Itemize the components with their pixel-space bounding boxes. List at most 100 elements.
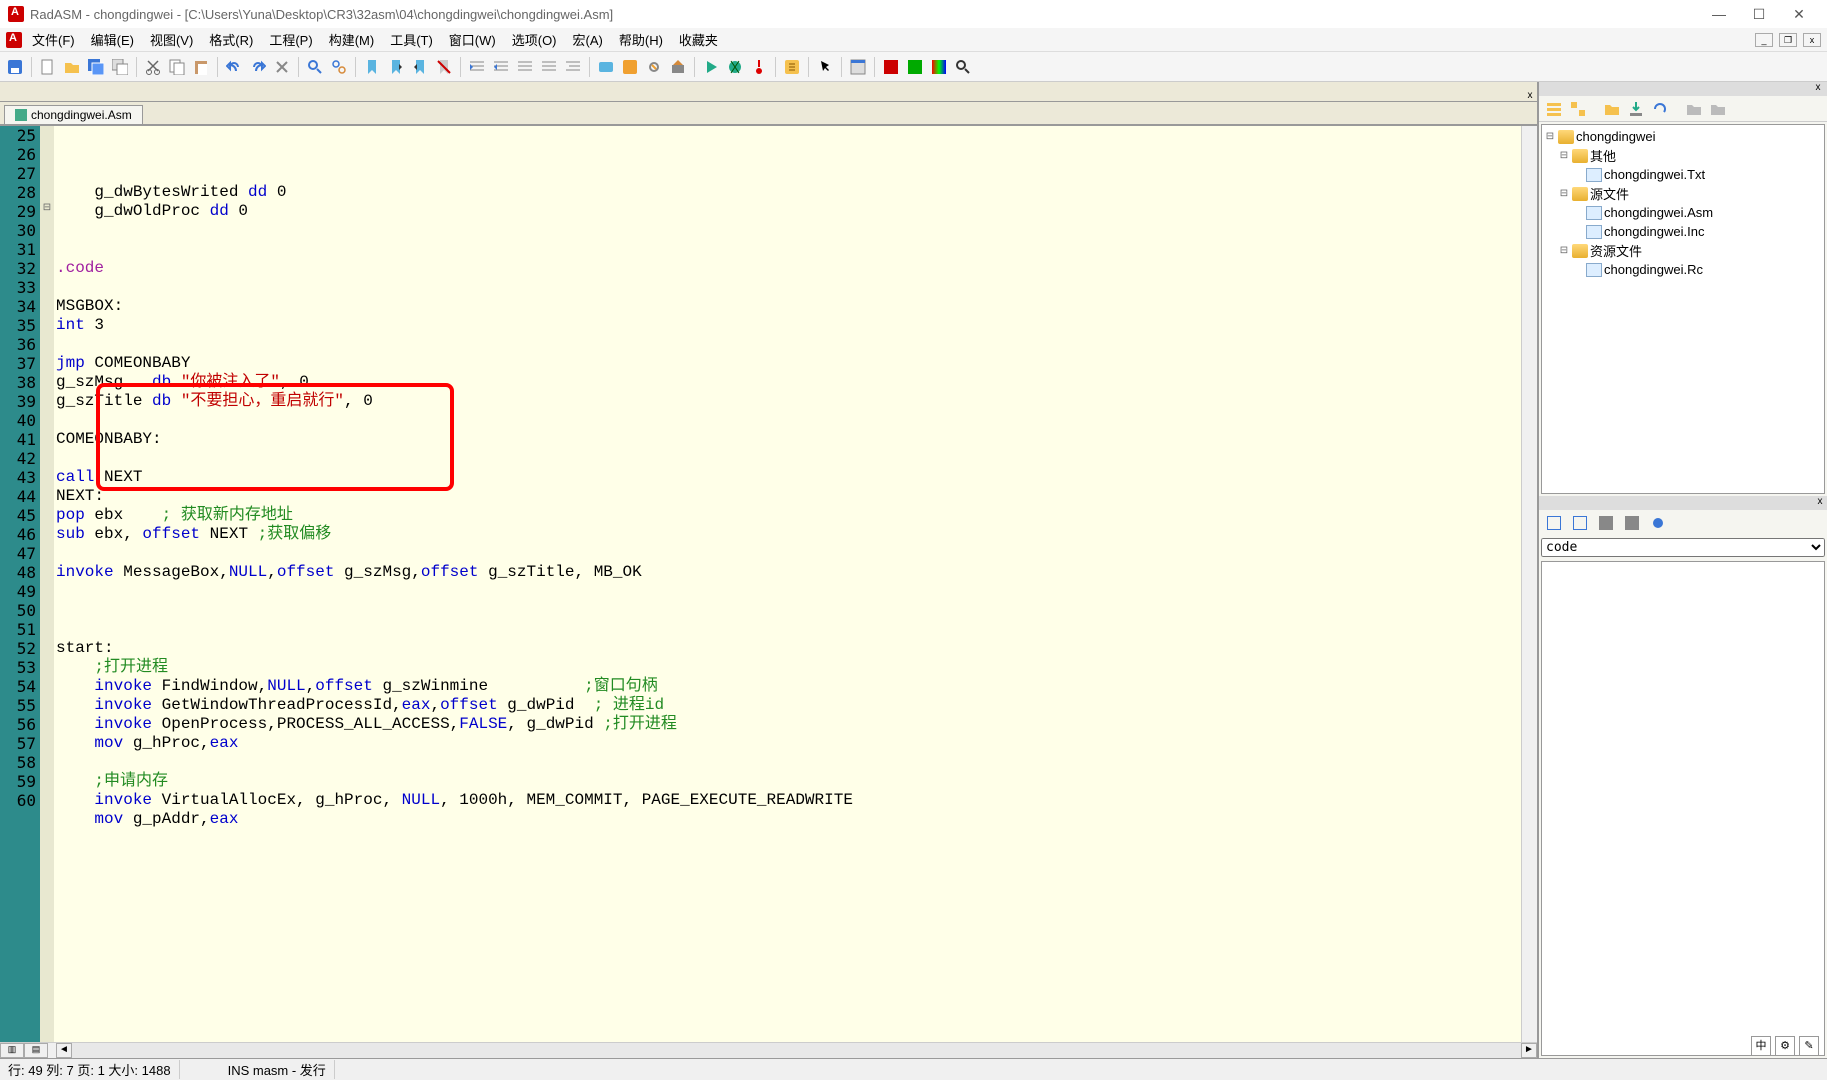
compile-button[interactable] (595, 56, 617, 78)
minimize-button[interactable]: — (1699, 6, 1739, 22)
split-v-button[interactable]: ▤ (24, 1043, 48, 1058)
copy-all-button[interactable] (109, 56, 131, 78)
menu-edit[interactable]: 编辑(E) (85, 28, 140, 51)
mdi-minimize[interactable]: _ (1755, 33, 1773, 47)
menu-build[interactable]: 构建(M) (323, 28, 381, 51)
open-button[interactable] (61, 56, 83, 78)
color-g-button[interactable] (904, 56, 926, 78)
prop-btn5[interactable] (1647, 512, 1669, 534)
expand-icon[interactable]: ⊟ (1558, 150, 1570, 161)
build-button[interactable] (667, 56, 689, 78)
tree-file[interactable]: chongdingwei.Txt (1604, 167, 1705, 182)
cut-button[interactable] (142, 56, 164, 78)
tree-node[interactable]: 其他 (1590, 146, 1616, 165)
redo-button[interactable] (247, 56, 269, 78)
zoom-tool[interactable] (952, 56, 974, 78)
expand-icon[interactable]: ⊟ (1544, 131, 1556, 142)
hscroll-track[interactable] (72, 1043, 1521, 1058)
expand-icon[interactable]: ⊟ (1558, 245, 1570, 256)
vertical-scrollbar[interactable] (1521, 126, 1537, 1042)
color-grad-button[interactable] (928, 56, 950, 78)
menu-options[interactable]: 选项(O) (506, 28, 563, 51)
code-editor[interactable]: g_dwBytesWrited dd 0 g_dwOldProc dd 0.co… (54, 126, 1521, 1042)
expand-icon[interactable]: ⊟ (1558, 188, 1570, 199)
mdi-restore[interactable]: ❐ (1779, 33, 1797, 47)
paste-button[interactable] (190, 56, 212, 78)
tree-root[interactable]: chongdingwei (1576, 129, 1656, 144)
save-button[interactable] (4, 56, 26, 78)
open-folder-button[interactable] (1601, 98, 1623, 120)
menu-project[interactable]: 工程(P) (263, 28, 318, 51)
tree-file[interactable]: chongdingwei.Inc (1604, 224, 1704, 239)
app-menu-icon[interactable] (6, 32, 22, 48)
folder-a-button[interactable] (1683, 98, 1705, 120)
folder-b-button[interactable] (1707, 98, 1729, 120)
bookmark-toggle-button[interactable] (361, 56, 383, 78)
refresh-button[interactable] (1649, 98, 1671, 120)
prop-btn4[interactable] (1621, 512, 1643, 534)
save-all-button[interactable] (85, 56, 107, 78)
scroll-right[interactable]: ► (1521, 1043, 1537, 1058)
split-h-button[interactable]: ▥ (0, 1043, 24, 1058)
menu-tools[interactable]: 工具(T) (384, 28, 439, 51)
menu-file[interactable]: 文件(F) (26, 28, 81, 51)
debug-button[interactable] (724, 56, 746, 78)
panel-close[interactable]: x (1811, 82, 1825, 96)
close-button[interactable]: ✕ (1779, 6, 1819, 23)
download-button[interactable] (1625, 98, 1647, 120)
menu-favorites[interactable]: 收藏夹 (673, 28, 724, 51)
prop-select[interactable]: code (1541, 538, 1825, 557)
find-button[interactable] (304, 56, 326, 78)
uncomment-button[interactable] (538, 56, 560, 78)
ime-lang[interactable]: 中 (1751, 1036, 1771, 1056)
tab-close[interactable]: x (1523, 90, 1537, 101)
bookmark-next-button[interactable] (385, 56, 407, 78)
replace-button[interactable] (328, 56, 350, 78)
new-button[interactable] (37, 56, 59, 78)
tree-node[interactable]: 源文件 (1590, 184, 1629, 203)
menu-view[interactable]: 视图(V) (144, 28, 199, 51)
view-tree-button[interactable] (1567, 98, 1589, 120)
prop-selector[interactable]: code (1541, 538, 1825, 557)
scroll-left[interactable]: ◄ (56, 1043, 72, 1058)
prop-close[interactable]: x (1813, 496, 1827, 507)
bookmark-clear-button[interactable] (433, 56, 455, 78)
view-list-button[interactable] (1543, 98, 1565, 120)
copy-button[interactable] (166, 56, 188, 78)
line-gutter[interactable]: 2526272829303132333435363738394041424344… (0, 126, 40, 1042)
undo-button[interactable] (223, 56, 245, 78)
tree-node[interactable]: 资源文件 (1590, 241, 1642, 260)
run-button[interactable] (700, 56, 722, 78)
outdent-button[interactable] (490, 56, 512, 78)
menu-help[interactable]: 帮助(H) (613, 28, 669, 51)
prop-body[interactable] (1541, 561, 1825, 1056)
menu-format[interactable]: 格式(R) (203, 28, 259, 51)
menu-window[interactable]: 窗口(W) (443, 28, 502, 51)
format-button[interactable] (562, 56, 584, 78)
delete-button[interactable] (271, 56, 293, 78)
stop-button[interactable] (748, 56, 770, 78)
tree-file[interactable]: chongdingwei.Rc (1604, 262, 1703, 277)
fold-gutter[interactable]: ⊟ (40, 126, 54, 1042)
folder-icon (1572, 244, 1588, 258)
bookmark-prev-button[interactable] (409, 56, 431, 78)
comment-button[interactable] (514, 56, 536, 78)
cursor-tool[interactable] (814, 56, 836, 78)
mdi-close[interactable]: x (1803, 33, 1821, 47)
link-button[interactable] (643, 56, 665, 78)
prop-btn3[interactable] (1595, 512, 1617, 534)
project-tree[interactable]: ⊟chongdingwei ⊟其他 chongdingwei.Txt ⊟源文件 … (1541, 124, 1825, 494)
menu-macro[interactable]: 宏(A) (567, 28, 609, 51)
maximize-button[interactable]: ☐ (1739, 6, 1779, 23)
ime-edit-icon[interactable]: ✎ (1799, 1036, 1819, 1056)
window-tool[interactable] (847, 56, 869, 78)
ime-settings-icon[interactable]: ⚙ (1775, 1036, 1795, 1056)
resource-button[interactable] (781, 56, 803, 78)
indent-button[interactable] (466, 56, 488, 78)
tree-file[interactable]: chongdingwei.Asm (1604, 205, 1713, 220)
file-tab[interactable]: chongdingwei.Asm (4, 105, 143, 124)
assemble-button[interactable] (619, 56, 641, 78)
color-r-button[interactable] (880, 56, 902, 78)
prop-btn2[interactable] (1569, 512, 1591, 534)
prop-btn1[interactable] (1543, 512, 1565, 534)
